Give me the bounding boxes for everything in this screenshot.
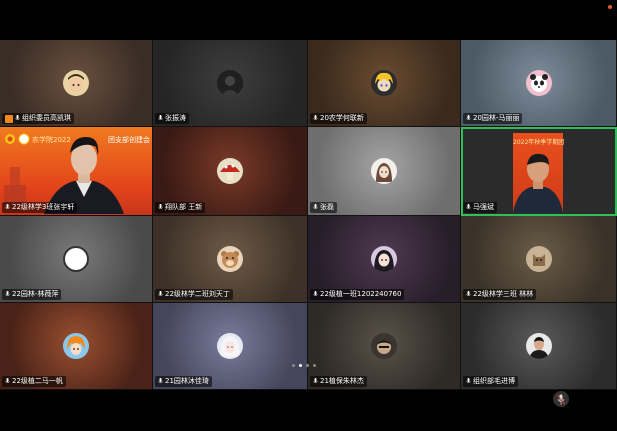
microphone-icon [5,291,10,297]
participant-name: 张磊 [320,203,334,211]
anime-yellow-hair-avatar [371,70,397,96]
microphone-icon [466,378,471,384]
participant-tile[interactable]: 20农学何联新 [308,40,461,127]
building-silhouette [4,167,26,207]
page-dot[interactable] [292,364,295,367]
anime-orange-avatar [63,333,89,359]
page-dot[interactable] [306,364,309,367]
participant-tile[interactable]: 21园林沐佳琦 [153,303,308,390]
participant-tile[interactable]: 22园林-林薇萍 [0,216,153,303]
participant-name: 22级林学二班刘天丁 [165,290,230,298]
participant-name-tag: 张振涛 [155,113,189,124]
participant-name-tag: 22园林-林薇萍 [2,289,62,300]
microphone-icon [313,204,318,210]
participant-name-tag: 22级林学3班张宇轩 [2,202,78,213]
microphone-icon [313,378,318,384]
participant-tile[interactable]: 20园林-马丽丽 [461,40,617,127]
participant-name: 翔队部 王新 [165,203,203,211]
page-dot-current[interactable] [299,364,302,367]
participant-name: 22级植二马一帆 [12,377,63,385]
recording-indicator [608,5,612,9]
microphone-icon [158,115,163,121]
participant-name: 张振涛 [165,114,186,122]
participant-tile[interactable]: 翔队部 王新 [153,127,308,216]
microphone-icon [313,291,318,297]
host-icon [5,114,13,123]
participant-name: 组织委员高凯琪 [22,114,71,122]
participant-tile[interactable]: 22级植一班1202240760 [308,216,461,303]
microphone-icon [15,115,20,121]
participant-name-tag: 21园林沐佳琦 [155,376,212,387]
dark-cartoon-avatar [371,333,397,359]
participant-name: 22级植一班1202240760 [320,290,402,298]
participant-name-tag: 21植保朱林杰 [310,376,367,387]
participant-name-tag: 翔队部 王新 [155,202,206,213]
anime-girl-avatar [371,246,397,272]
cartoon-bear-avatar [217,246,243,272]
participant-name: 马强斌 [473,203,494,211]
participant-name-tag: 22级林学三班 林林 [463,289,537,300]
participant-name: 21园林沐佳琦 [165,377,209,385]
participant-name-tag: 22级林学二班刘天丁 [155,289,233,300]
participant-tile[interactable]: 22级林学二班刘天丁 [153,216,308,303]
page-dot[interactable] [313,364,316,367]
participant-name-tag: 22级植一班1202240760 [310,289,405,300]
white-circle-avatar [63,246,89,272]
participant-name: 21植保朱林杰 [320,377,364,385]
microphone-icon [313,115,318,121]
microphone-icon [5,204,10,210]
cartoon-boy-avatar [63,70,89,96]
microphone-icon [5,378,10,384]
participant-tile[interactable]: 张振涛 [153,40,308,127]
page-indicator[interactable] [292,364,316,367]
party-emblem-icon [5,133,30,145]
participant-name-tag: 马强斌 [463,202,497,213]
microphone-icon [466,204,471,210]
participant-name-tag: 组织委员高凯琪 [2,113,74,124]
microphone-muted-icon[interactable] [553,391,569,407]
participant-tile[interactable]: 组织委员高凯琪 [0,40,153,127]
participant-grid: 组织委员高凯琪 张振涛 20农学何联新 20园林-马丽丽 农学院2022 团支部… [0,40,617,390]
microphone-icon [158,378,163,384]
microphone-icon [158,204,163,210]
participant-tile[interactable]: 22级林学三班 林林 [461,216,617,303]
banner-title: 2022年秋季学期团 [513,139,565,146]
mushroom-avatar [217,158,243,184]
participant-name: 20农学何联新 [320,114,364,122]
girl-sketch-avatar [371,158,397,184]
person-photo-avatar [525,333,552,359]
participant-name-tag: 20园林-马丽丽 [463,113,523,124]
microphone-icon [466,115,471,121]
cat-photo-avatar [525,246,552,272]
dark-photo-avatar [217,70,243,96]
anime-white-avatar [217,333,243,359]
participant-name: 20园林-马丽丽 [473,114,520,122]
participant-name: 组织部毛进博 [473,377,515,385]
participant-tile[interactable]: 22级植二马一帆 [0,303,153,390]
participant-tile[interactable]: 农学院2022 团支部创建会 22级林学3班张宇轩 [0,127,153,216]
participant-name: 22级林学3班张宇轩 [12,203,75,211]
participant-name: 22园林-林薇萍 [12,290,59,298]
participant-name-tag: 22级植二马一帆 [2,376,66,387]
camera-video: 2022年秋季学期团 [513,133,565,213]
participant-tile[interactable]: 张磊 [308,127,461,216]
speaker-video [513,153,563,213]
participant-name-tag: 组织部毛进博 [463,376,518,387]
participant-name: 22级林学三班 林林 [473,290,534,298]
participant-name-tag: 张磊 [310,202,337,213]
microphone-icon [158,291,163,297]
cartoon-panda-avatar [525,70,552,96]
participant-tile[interactable]: 组织部毛进博 [461,303,617,390]
microphone-icon [466,291,471,297]
participant-tile[interactable]: 21植保朱林杰 [308,303,461,390]
participant-tile-active-speaker[interactable]: 2022年秋季学期团 马强斌 [461,127,617,216]
participant-name-tag: 20农学何联新 [310,113,367,124]
